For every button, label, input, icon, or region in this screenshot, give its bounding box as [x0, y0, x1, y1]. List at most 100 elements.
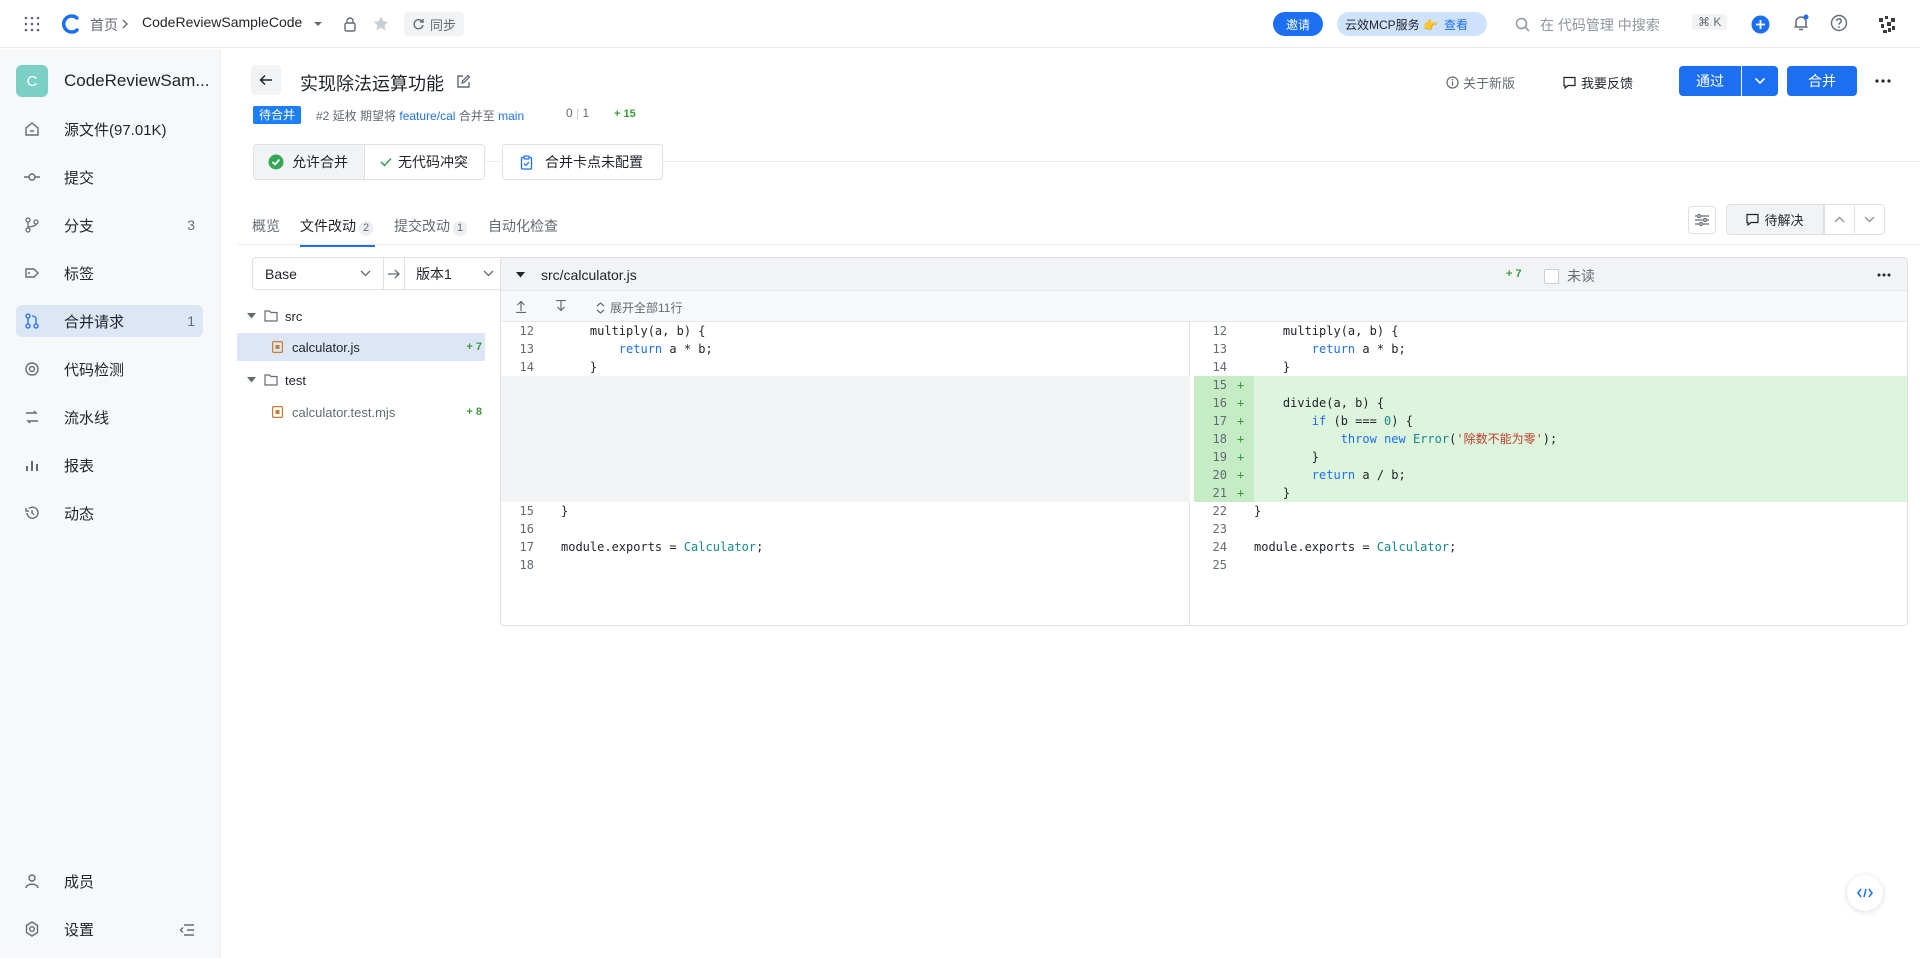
base-select[interactable]: Base [252, 257, 384, 290]
check-allow-label: 允许合并 [292, 154, 348, 170]
code-line: } [1254, 450, 1320, 464]
tree-folder-src[interactable]: src [246, 306, 302, 326]
sidebar-item-merge-requests[interactable]: 合并请求 1 [16, 305, 203, 337]
comment-icon [1746, 213, 1760, 226]
line-number: 16 [1212, 396, 1227, 410]
unread-checkbox[interactable]: 未读 [1544, 266, 1595, 286]
target-branch-link[interactable]: main [498, 109, 524, 123]
feedback-link[interactable]: 我要反馈 [1563, 73, 1633, 92]
line-number: 25 [1212, 558, 1227, 572]
sidebar-item-tags[interactable]: 标签 [16, 257, 203, 289]
sidebar-item-label: 设置 [64, 921, 95, 939]
sidebar-item-branches[interactable]: 分支 3 [16, 209, 203, 241]
arrow-left-icon [259, 74, 273, 86]
sidebar-item-members[interactable]: 成员 [16, 865, 203, 897]
chevron-down-icon [483, 270, 494, 277]
mcp-banner[interactable]: 云效MCP服务 👉 查看 [1337, 12, 1487, 36]
repo-dropdown-icon[interactable] [312, 18, 324, 30]
tree-folder-test[interactable]: test [246, 370, 306, 390]
tab-commits[interactable]: 提交改动 1 [394, 213, 468, 247]
diff-file-path[interactable]: src/calculator.js [541, 267, 637, 283]
diff-left-pane: 12 multiply(a, b) {13 return a * b; 14 } 1… [501, 322, 1190, 625]
page-title: 实现除法运算功能 [300, 74, 444, 94]
code-line: } [1254, 360, 1291, 374]
pending-button[interactable]: 待解决 [1726, 204, 1824, 235]
line-number: 13 [1212, 342, 1227, 356]
next-comment-button[interactable] [1854, 204, 1885, 235]
help-icon[interactable] [1830, 14, 1848, 32]
mr-meta-prefix: #2 延枚 期望将 [316, 109, 397, 123]
tab-auto-checks[interactable]: 自动化检查 [488, 213, 558, 247]
more-icon[interactable] [1877, 273, 1891, 277]
breadcrumb-home[interactable]: 首页 [90, 15, 118, 35]
expand-down-icon[interactable] [554, 299, 568, 313]
added-marker: + [1237, 468, 1245, 482]
tree-file-additions: + 7 [466, 341, 482, 353]
merge-button[interactable]: 合并 [1787, 66, 1857, 96]
sidebar-item-reports[interactable]: 报表 [16, 449, 203, 481]
view-settings-button[interactable] [1688, 206, 1716, 234]
check-no-conflict[interactable]: 无代码冲突 [364, 144, 485, 180]
collapse-sidebar-icon[interactable] [179, 922, 195, 938]
sidebar-item-label: 源文件(97.01K) [64, 121, 167, 139]
scan-icon [24, 361, 40, 377]
sidebar-item-settings[interactable]: 设置 [16, 913, 203, 945]
code-line: } [561, 504, 569, 518]
expand-up-icon[interactable] [514, 299, 528, 313]
sidebar-item-source[interactable]: 源文件(97.01K) [16, 113, 203, 145]
line-number: 18 [519, 558, 534, 572]
diff-file-additions: + 7 [1506, 268, 1522, 280]
edit-icon[interactable] [455, 73, 471, 89]
mcp-view-link[interactable]: 查看 [1444, 16, 1468, 33]
sidebar-item-activity[interactable]: 动态 [16, 497, 203, 529]
prev-comment-button[interactable] [1824, 204, 1855, 235]
sidebar-repo-name[interactable]: CodeReviewSam... [64, 71, 210, 91]
sidebar-item-commits[interactable]: 提交 [16, 161, 203, 193]
expand-vertical-icon [596, 301, 605, 314]
approve-button[interactable]: 通过 [1679, 66, 1741, 96]
bell-icon[interactable] [1791, 13, 1811, 33]
collapse-file-icon[interactable] [515, 271, 525, 279]
more-icon[interactable] [1875, 79, 1891, 83]
product-logo-icon[interactable] [60, 13, 82, 35]
merge-label: 合并 [1808, 73, 1836, 89]
check-gate[interactable]: 合并卡点未配置 [502, 144, 663, 180]
source-branch-link[interactable]: feature/cal [399, 109, 455, 123]
approve-dropdown-button[interactable] [1742, 66, 1778, 96]
feedback-label: 我要反馈 [1581, 76, 1634, 91]
sidebar-item-label: 代码检测 [64, 361, 125, 379]
diff-panel: src/calculator.js + 7 未读 展开全部11行 12 mult… [500, 257, 1908, 626]
code-line: } [1254, 486, 1291, 500]
tab-overview[interactable]: 概览 [252, 213, 280, 247]
about-new-link[interactable]: 关于新版 [1446, 73, 1515, 92]
sidebar-item-code-scan[interactable]: 代码检测 [16, 353, 203, 385]
create-plus-icon[interactable] [1750, 14, 1770, 34]
diff-expand-bar: 展开全部11行 [501, 291, 1907, 322]
code-line: } [1254, 504, 1262, 518]
commits-behind: 0 [566, 106, 573, 120]
commit-icon [24, 169, 40, 185]
version-select[interactable]: 版本1 [404, 257, 505, 290]
back-button[interactable] [251, 65, 281, 95]
diff-right-pane: 12 multiply(a, b) {13 return a * b; 14 } 1… [1194, 322, 1907, 625]
check-gate-label: 合并卡点未配置 [545, 154, 643, 170]
breadcrumb-repo[interactable]: CodeReviewSampleCode [142, 14, 302, 30]
star-icon[interactable] [372, 15, 390, 33]
search-input[interactable]: 在 代码管理 中搜索 [1540, 15, 1680, 35]
invite-button[interactable]: 邀请 [1273, 12, 1323, 36]
code-line: return a / b; [1311, 468, 1406, 482]
tree-file-calculator[interactable]: calculator.js + 7 [237, 333, 485, 361]
expand-all-button[interactable]: 展开全部11行 [596, 299, 682, 316]
tab-file-changes[interactable]: 文件改动 2 [300, 213, 376, 247]
tree-file-calculator-test-entry[interactable]: calculator.test.mjs + 8 [237, 398, 485, 426]
avatar[interactable] [1874, 11, 1900, 37]
ai-assistant-icon[interactable] [1847, 875, 1883, 911]
code-line: throw new Error('除数不能为零'); [1340, 432, 1558, 446]
line-number: 19 [1212, 450, 1227, 464]
apps-grid-icon[interactable] [24, 16, 40, 32]
line-number: 17 [519, 540, 534, 554]
sidebar-item-pipeline[interactable]: 流水线 [16, 401, 203, 433]
sync-button[interactable]: 同步 [404, 12, 464, 36]
code-line: divide(a, b) { [1254, 396, 1385, 410]
check-allow-merge[interactable]: 允许合并 [253, 144, 365, 180]
